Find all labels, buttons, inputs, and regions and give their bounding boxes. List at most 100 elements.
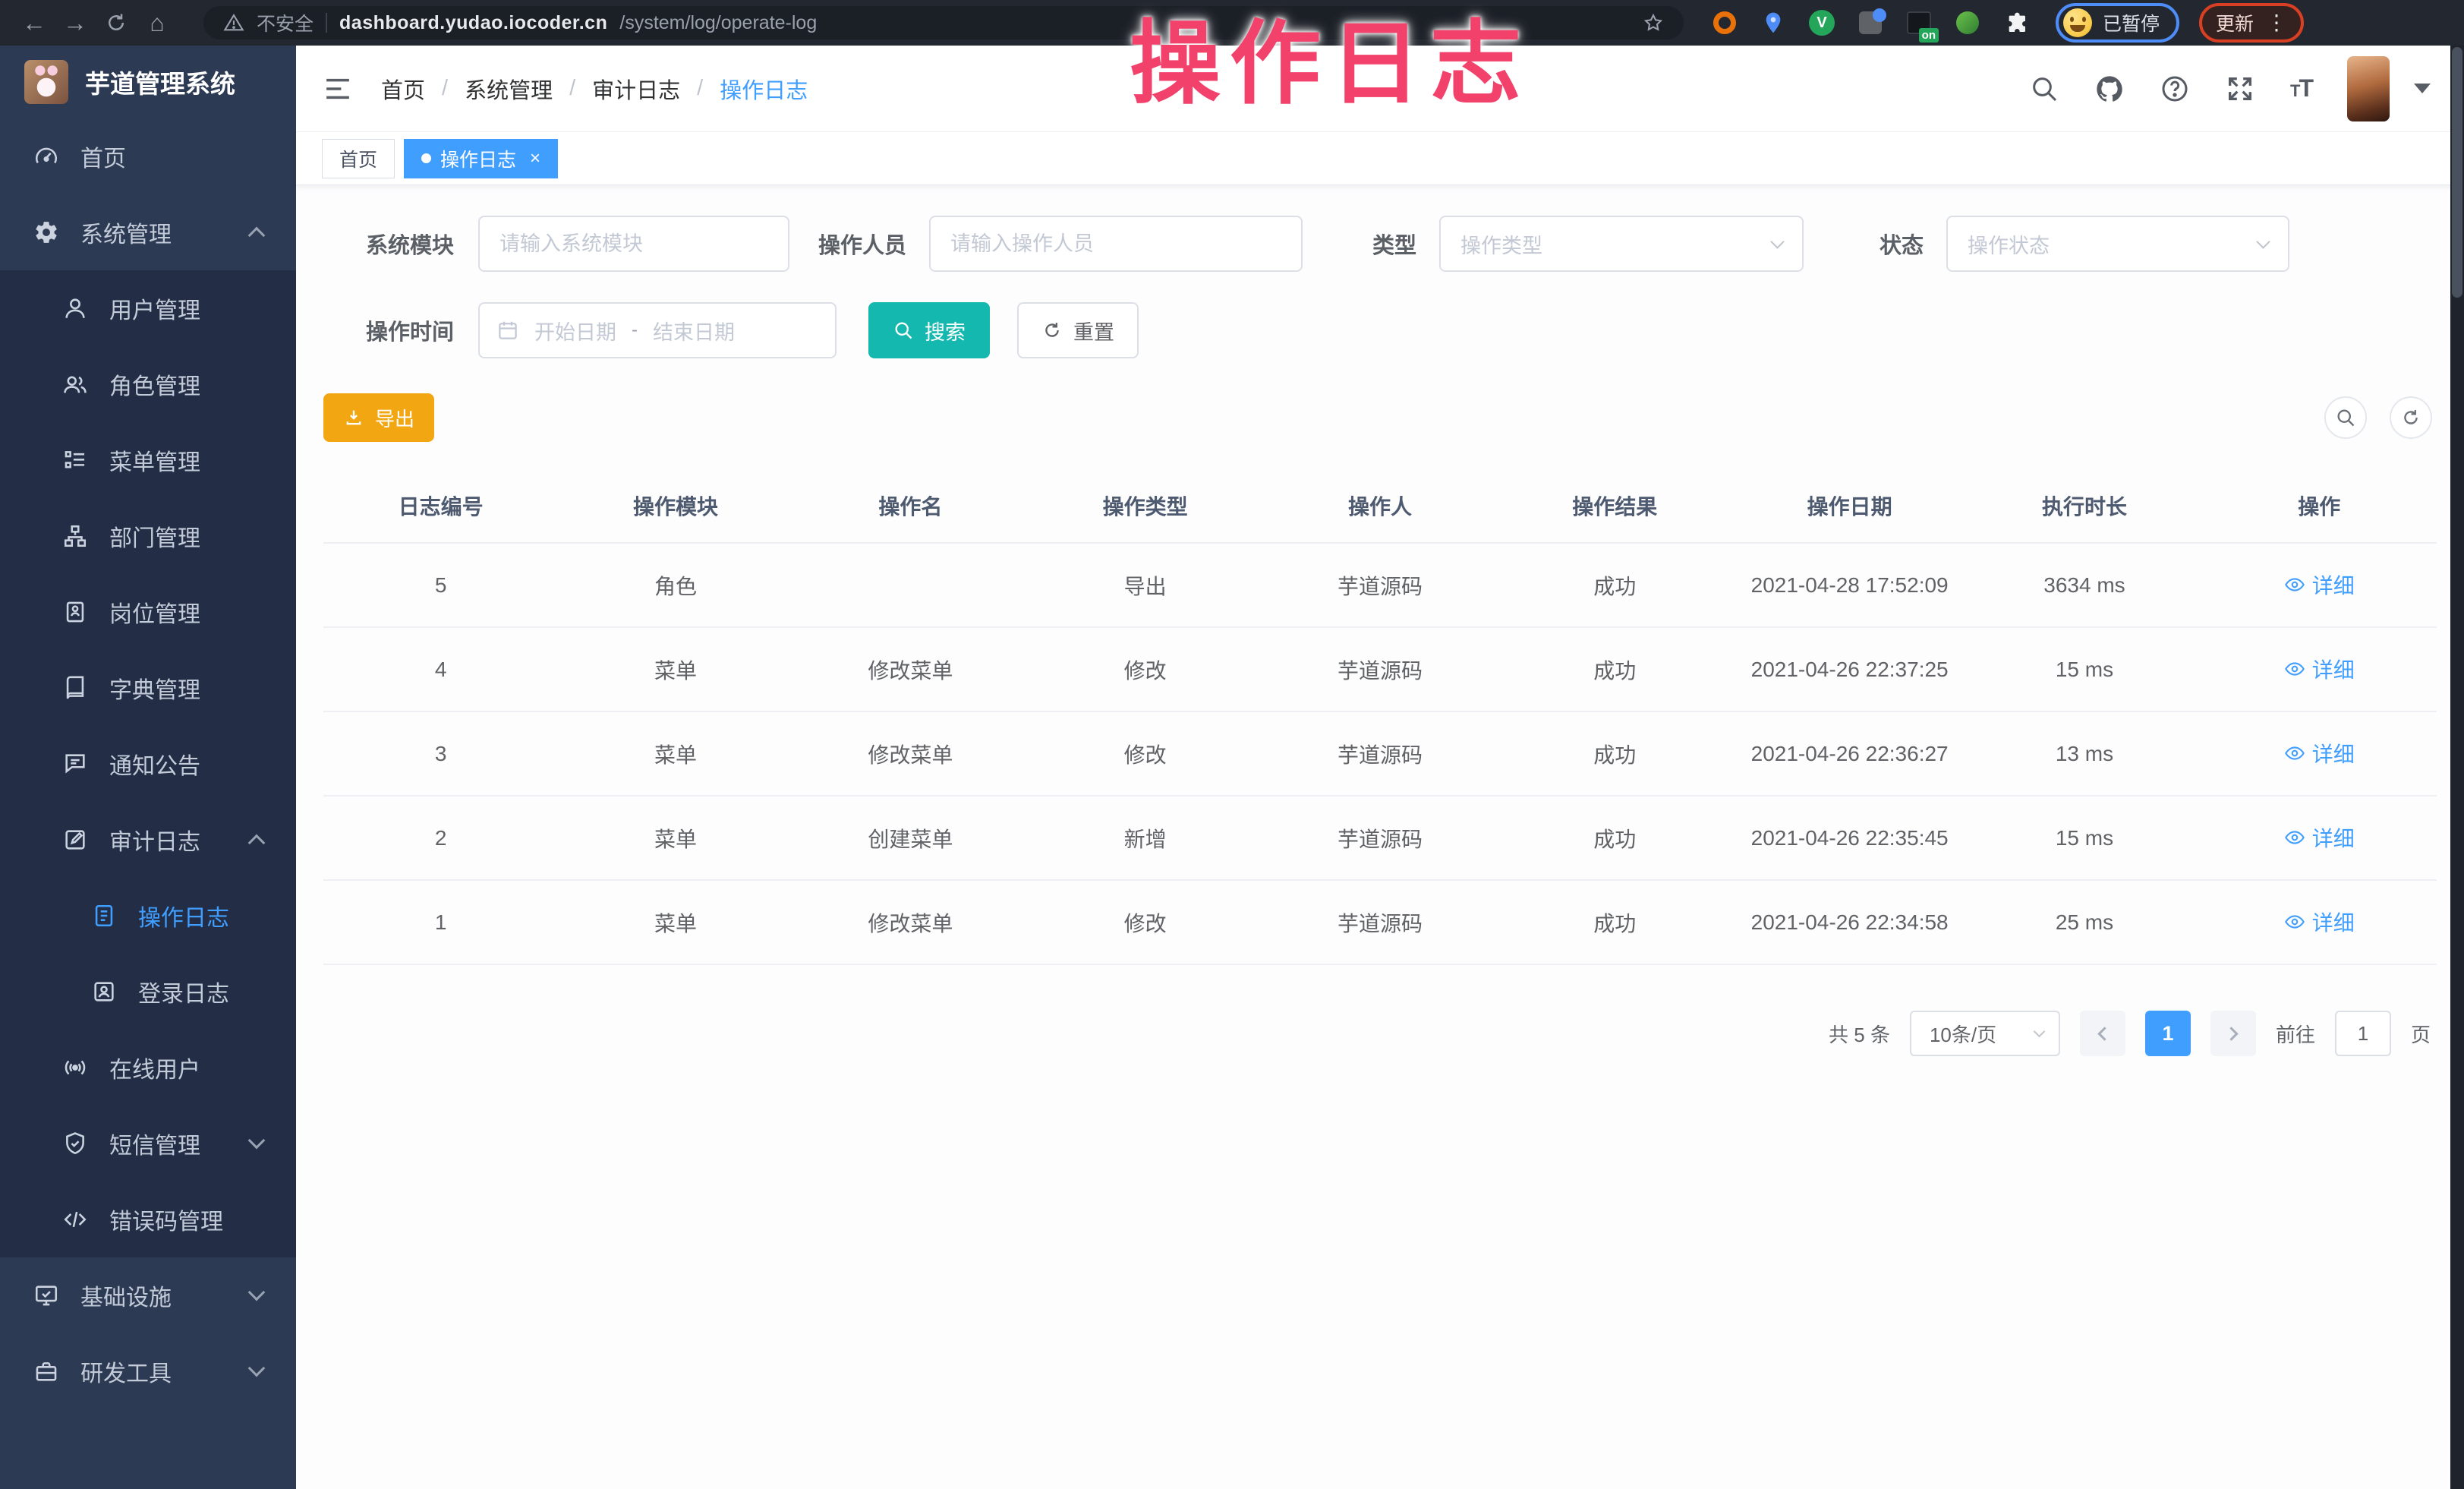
filter-row-2: 操作时间 开始日期 - 结束日期 搜索 重置 — [323, 302, 2437, 358]
detail-link[interactable]: 详细 — [2284, 654, 2355, 684]
sidebar-item-devtool[interactable]: 研发工具 — [0, 1333, 296, 1409]
operate-log-table: 日志编号操作模块操作名操作类型操作人操作结果操作日期执行时长操作 5角色导出芋道… — [323, 474, 2437, 965]
sidebar-item-online-user[interactable]: 在线用户 — [0, 1030, 296, 1106]
date-range-picker[interactable]: 开始日期 - 结束日期 — [478, 302, 837, 358]
detail-link-label: 详细 — [2312, 569, 2355, 600]
search-button[interactable]: 搜索 — [868, 302, 990, 358]
breadcrumb-item[interactable]: 首页 — [381, 73, 425, 105]
detail-link[interactable]: 详细 — [2284, 738, 2355, 768]
extension-orange-icon[interactable] — [1711, 9, 1738, 36]
browser-update-button[interactable]: 更新 ⋮ — [2199, 3, 2304, 43]
code-icon — [61, 1205, 90, 1234]
type-select[interactable]: 操作类型 — [1439, 216, 1804, 272]
start-date-placeholder: 开始日期 — [534, 316, 616, 345]
megaphone-icon — [61, 749, 90, 778]
column-header-id: 日志编号 — [323, 474, 558, 543]
sidebar-item-dict[interactable]: 字典管理 — [0, 650, 296, 726]
users-icon — [61, 370, 90, 399]
cell-action: 详细 — [2202, 711, 2437, 796]
cell-name: 修改菜单 — [793, 880, 1028, 964]
page-number-button[interactable]: 1 — [2145, 1011, 2191, 1056]
refresh-table-button[interactable] — [2390, 396, 2432, 439]
next-page-button[interactable] — [2210, 1011, 2256, 1056]
show-search-button[interactable] — [2324, 396, 2367, 439]
sidebar-item-menu[interactable]: 菜单管理 — [0, 422, 296, 498]
export-button[interactable]: 导出 — [323, 393, 434, 442]
sidebar-item-label: 登录日志 — [138, 975, 229, 1008]
browser-home-icon[interactable]: ⌂ — [137, 6, 178, 39]
operator-input[interactable] — [929, 216, 1303, 272]
column-header-name: 操作名 — [793, 474, 1028, 543]
eye-icon — [2284, 827, 2305, 848]
browser-menu-icon[interactable]: ⋮ — [2266, 12, 2287, 33]
sidebar-item-error-code[interactable]: 错误码管理 — [0, 1181, 296, 1257]
detail-link[interactable]: 详细 — [2284, 907, 2355, 937]
badge-icon — [61, 598, 90, 626]
cell-module: 菜单 — [558, 796, 792, 880]
breadcrumb-item: 操作日志 — [720, 73, 808, 105]
sidebar-item-notice[interactable]: 通知公告 — [0, 726, 296, 802]
sidebar-item-label: 系统管理 — [80, 216, 172, 249]
browser-scrollbar[interactable] — [2450, 46, 2464, 1489]
module-input[interactable] — [478, 216, 789, 272]
goto-page-input[interactable] — [2335, 1011, 2391, 1056]
scrollbar-thumb[interactable] — [2452, 47, 2462, 298]
user-menu-caret-icon[interactable] — [2414, 84, 2431, 93]
tab-operate-log[interactable]: 操作日志× — [404, 139, 558, 178]
sidebar-item-home[interactable]: 首页 — [0, 118, 296, 194]
toolbar-row: 导出 — [323, 393, 2437, 442]
cell-operator: 芋道源码 — [1262, 543, 1497, 627]
tab-home[interactable]: 首页 — [322, 139, 395, 178]
help-icon[interactable] — [2160, 74, 2190, 104]
chevron-left-icon — [2097, 1027, 2111, 1040]
font-size-icon[interactable]: TT — [2290, 74, 2312, 103]
sidebar-item-system[interactable]: 系统管理 — [0, 194, 296, 270]
extension-puzzle-icon[interactable] — [2002, 9, 2030, 36]
table-row: 2菜单创建菜单新增芋道源码成功2021-04-26 22:35:4515 ms详… — [323, 796, 2437, 880]
status-select[interactable]: 操作状态 — [1946, 216, 2289, 272]
extension-leaf-icon[interactable] — [1954, 9, 1981, 36]
cell-id: 5 — [323, 543, 558, 627]
toolbox-icon — [32, 1357, 61, 1386]
detail-link[interactable]: 详细 — [2284, 822, 2355, 853]
type-label: 类型 — [1372, 228, 1416, 260]
github-icon[interactable] — [2094, 74, 2125, 104]
breadcrumb-item[interactable]: 审计日志 — [592, 73, 680, 105]
page-size-select[interactable]: 10条/页 — [1910, 1011, 2060, 1056]
sidebar-item-user[interactable]: 用户管理 — [0, 270, 296, 346]
reset-button[interactable]: 重置 — [1017, 302, 1139, 358]
bookmark-star-icon[interactable] — [1643, 12, 1664, 33]
breadcrumb-separator: / — [697, 76, 703, 101]
breadcrumb-item[interactable]: 系统管理 — [465, 73, 553, 105]
sidebar-logo-row[interactable]: 芋道管理系统 — [0, 46, 296, 118]
user-avatar[interactable] — [2347, 56, 2390, 121]
sidebar-item-dept[interactable]: 部门管理 — [0, 498, 296, 574]
browser-forward-icon[interactable]: → — [55, 6, 96, 39]
table-row: 4菜单修改菜单修改芋道源码成功2021-04-26 22:37:2515 ms详… — [323, 627, 2437, 711]
sidebar-item-infra[interactable]: 基础设施 — [0, 1257, 296, 1333]
sidebar-item-operate-log[interactable]: 操作日志 — [0, 878, 296, 954]
extension-gem-icon[interactable] — [1857, 9, 1884, 36]
sidebar-item-audit-log[interactable]: 审计日志 — [0, 802, 296, 878]
column-header-type: 操作类型 — [1028, 474, 1262, 543]
search-icon[interactable] — [2029, 74, 2059, 104]
sidebar-item-login-log[interactable]: 登录日志 — [0, 954, 296, 1030]
extension-green-icon[interactable]: V — [1808, 9, 1835, 36]
browser-profile-chip[interactable]: 已暂停 — [2056, 3, 2179, 43]
sidebar-item-sms[interactable]: 短信管理 — [0, 1106, 296, 1181]
sidebar-item-role[interactable]: 角色管理 — [0, 346, 296, 422]
prev-page-button[interactable] — [2080, 1011, 2125, 1056]
browser-reload-icon[interactable] — [96, 6, 137, 39]
collapse-sidebar-icon[interactable] — [322, 73, 354, 105]
browser-back-icon[interactable]: ← — [14, 6, 55, 39]
extension-list-icon[interactable]: on — [1905, 9, 1933, 36]
fullscreen-icon[interactable] — [2225, 74, 2255, 104]
sidebar-item-post[interactable]: 岗位管理 — [0, 574, 296, 650]
chevron-up-icon — [248, 834, 266, 852]
page-size-value: 10条/页 — [1930, 1020, 1996, 1048]
tab-close-icon[interactable]: × — [530, 150, 540, 168]
extension-pin-icon[interactable] — [1760, 9, 1787, 36]
operator-label: 操作人员 — [818, 228, 906, 260]
address-bar[interactable]: 不安全 dashboard.yudao.iocoder.cn /system/l… — [203, 6, 1684, 39]
detail-link[interactable]: 详细 — [2284, 569, 2355, 600]
